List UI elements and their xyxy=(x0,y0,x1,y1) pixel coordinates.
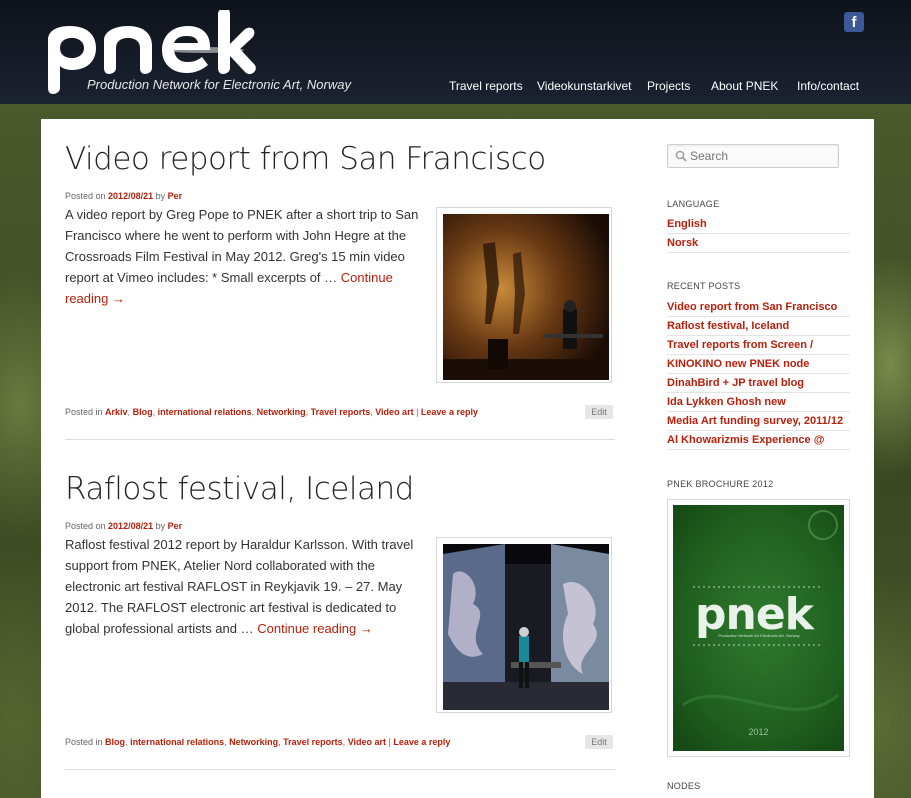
nav-item-about-pnek[interactable]: About PNEK xyxy=(711,79,778,93)
leave-reply-link[interactable]: Leave a reply xyxy=(421,407,478,417)
brochure-image-link[interactable]: pnek Production Network for Electronic A… xyxy=(667,499,850,757)
language-list: English Norsk xyxy=(667,215,850,253)
post-title[interactable]: Video report from San Francisco xyxy=(65,141,546,177)
post-thumbnail[interactable] xyxy=(436,537,612,713)
widget-title-nodes: NODES xyxy=(667,781,701,791)
category-link[interactable]: Networking xyxy=(229,737,278,747)
edit-button[interactable]: Edit xyxy=(585,405,613,419)
recent-post-link[interactable]: Raflost festival, Iceland xyxy=(667,317,850,336)
nav-item-videokunstarkivet[interactable]: Videokunstarkivet xyxy=(537,79,632,93)
facebook-icon[interactable]: f xyxy=(844,12,864,32)
post-divider xyxy=(65,439,615,440)
site-header: Production Network for Electronic Art, N… xyxy=(0,0,911,104)
category-link[interactable]: international relations xyxy=(158,407,252,417)
recent-post-link[interactable]: Video report from San Francisco xyxy=(667,298,850,317)
category-link[interactable]: Video art xyxy=(375,407,413,417)
site-tagline: Production Network for Electronic Art, N… xyxy=(87,77,351,92)
posted-in-label: Posted in xyxy=(65,407,103,417)
post-thumbnail[interactable] xyxy=(436,207,612,383)
brochure-cover: pnek Production Network for Electronic A… xyxy=(673,505,844,751)
by-label: by xyxy=(155,191,166,201)
nav-item-travel-reports[interactable]: Travel reports xyxy=(449,79,523,93)
post-meta: Posted on 2012/08/21 by Per xyxy=(65,521,182,531)
performance-photo xyxy=(443,214,609,380)
post-title[interactable]: Raflost festival, Iceland xyxy=(65,471,414,507)
leave-reply-link[interactable]: Leave a reply xyxy=(393,737,450,747)
category-link[interactable]: Video art xyxy=(348,737,386,747)
nav-item-projects[interactable]: Projects xyxy=(647,79,690,93)
category-link[interactable]: Travel reports xyxy=(311,407,371,417)
nav-item-info-contact[interactable]: Info/contact xyxy=(797,79,859,93)
brochure-tagline: Production Network for Electronic Art, N… xyxy=(718,633,800,638)
category-link[interactable]: Arkiv xyxy=(105,407,128,417)
recent-post-link[interactable]: Ida Lykken Ghosh new xyxy=(667,393,850,412)
language-link-norsk[interactable]: Norsk xyxy=(667,234,850,253)
category-link[interactable]: international relations xyxy=(130,737,224,747)
post-divider xyxy=(65,769,615,770)
brochure-year: 2012 xyxy=(748,727,769,737)
edit-button[interactable]: Edit xyxy=(585,735,613,749)
recent-posts-list: Video report from San Francisco Raflost … xyxy=(667,298,850,450)
widget-title-language: LANGUAGE xyxy=(667,199,720,209)
widget-title-recent-posts: RECENT POSTS xyxy=(667,281,741,291)
recent-post-link[interactable]: KINOKINO new PNEK node xyxy=(667,355,850,374)
main-panel: Video report from San Francisco Posted o… xyxy=(41,119,874,798)
by-label: by xyxy=(155,521,166,531)
posted-on-label: Posted on xyxy=(65,521,106,531)
category-link[interactable]: Blog xyxy=(133,407,153,417)
post-excerpt: Raflost festival 2012 report by Haraldur… xyxy=(65,534,425,639)
posted-on-label: Posted on xyxy=(65,191,106,201)
continue-reading-link[interactable]: Continue reading → xyxy=(257,621,373,636)
recent-post-link[interactable]: Al Khowarizmis Experience @ xyxy=(667,431,850,450)
category-link[interactable]: Networking xyxy=(257,407,306,417)
search-input[interactable] xyxy=(690,147,830,165)
post-excerpt: A video report by Greg Pope to PNEK afte… xyxy=(65,204,425,309)
posted-in-label: Posted in xyxy=(65,737,103,747)
category-link[interactable]: Blog xyxy=(105,737,125,747)
widget-title-brochure: PNEK BROCHURE 2012 xyxy=(667,479,774,489)
post-footer: Posted in Arkiv, Blog, international rel… xyxy=(65,407,478,417)
search-icon xyxy=(675,150,687,162)
search-box[interactable] xyxy=(667,144,839,168)
post-meta: Posted on 2012/08/21 by Per xyxy=(65,191,182,201)
post-footer: Posted in Blog, international relations,… xyxy=(65,737,451,747)
festival-photo xyxy=(443,544,609,710)
post-date-link[interactable]: 2012/08/21 xyxy=(108,521,153,531)
language-link-english[interactable]: English xyxy=(667,215,850,234)
recent-post-link[interactable]: Travel reports from Screen / xyxy=(667,336,850,355)
post-author-link[interactable]: Per xyxy=(168,521,183,531)
recent-post-link[interactable]: Media Art funding survey, 2011/12 xyxy=(667,412,850,431)
category-link[interactable]: Travel reports xyxy=(283,737,343,747)
recent-post-link[interactable]: DinahBird + JP travel blog xyxy=(667,374,850,393)
post-author-link[interactable]: Per xyxy=(168,191,183,201)
post-date-link[interactable]: 2012/08/21 xyxy=(108,191,153,201)
